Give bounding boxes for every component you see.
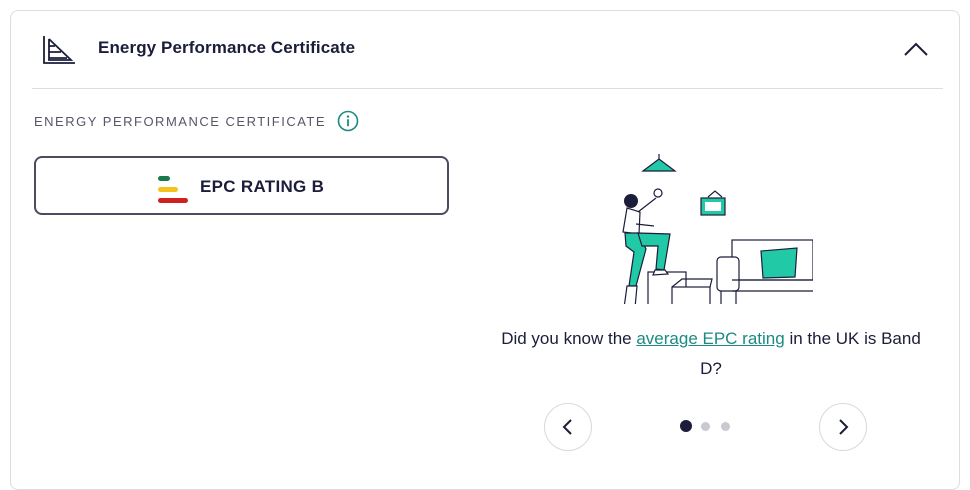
chevron-right-icon (839, 419, 849, 435)
card-header[interactable]: Energy Performance Certificate (11, 11, 959, 88)
epc-bars-icon (158, 176, 188, 203)
carousel-dot-2[interactable] (701, 422, 710, 431)
energy-chart-icon (43, 36, 75, 64)
fact-text-before: Did you know the (501, 329, 637, 348)
carousel-prev-button[interactable] (544, 403, 592, 451)
carousel-dots (680, 420, 740, 432)
info-icon[interactable] (337, 110, 359, 132)
epc-rating-button[interactable]: EPC RATING B (34, 156, 449, 215)
epc-rating-label: EPC RATING B (200, 177, 325, 196)
average-epc-link[interactable]: average EPC rating (636, 329, 784, 348)
carousel-next-button[interactable] (819, 403, 867, 451)
section-label: ENERGY PERFORMANCE CERTIFICATE (34, 114, 327, 129)
home-illustration (622, 154, 813, 304)
epc-fact: Did you know the average EPC rating in t… (501, 324, 921, 384)
chevron-up-icon[interactable] (901, 35, 931, 65)
carousel-dot-1[interactable] (680, 420, 692, 432)
epc-card: Energy Performance Certificate ENERGY PE… (10, 10, 960, 490)
card-title: Energy Performance Certificate (98, 38, 356, 57)
header-divider (32, 88, 943, 89)
carousel-dot-3[interactable] (721, 422, 730, 431)
chevron-left-icon (562, 419, 572, 435)
